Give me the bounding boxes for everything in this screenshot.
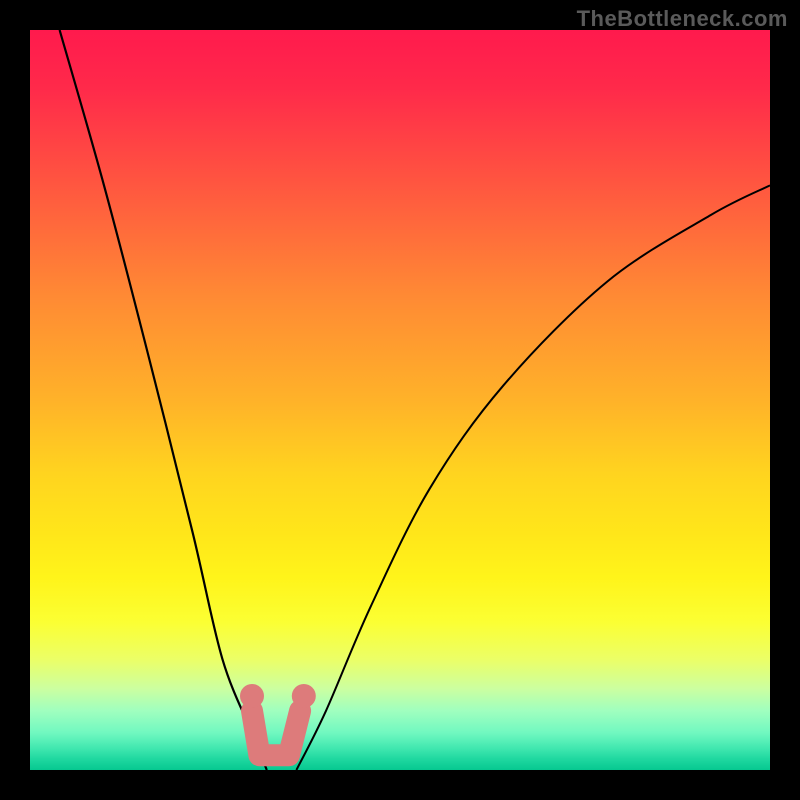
valley-dot-right	[292, 684, 316, 708]
valley-dot-left	[240, 684, 264, 708]
watermark-text: TheBottleneck.com	[577, 6, 788, 32]
plot-area	[30, 30, 770, 770]
marker-layer	[30, 30, 770, 770]
chart-container: TheBottleneck.com	[0, 0, 800, 800]
valley-marker-stroke	[252, 711, 300, 755]
